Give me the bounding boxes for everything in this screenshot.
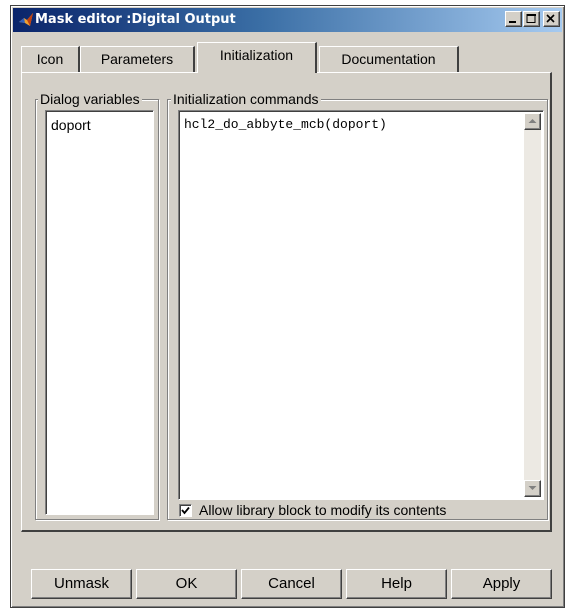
matlab-logo-icon: [18, 12, 34, 28]
initialization-commands-group: Initialization commands hcl2_do_abbyte_m…: [167, 91, 548, 520]
window-title: Mask editor :Digital Output: [35, 12, 236, 27]
initialization-commands-editor[interactable]: hcl2_do_abbyte_mcb(doport): [178, 110, 544, 500]
apply-button[interactable]: Apply: [451, 569, 552, 599]
checkmark-icon: [181, 506, 190, 515]
scroll-down-arrow-icon: [528, 486, 537, 490]
vertical-scrollbar[interactable]: [524, 113, 541, 497]
maximize-button[interactable]: [523, 11, 540, 27]
unmask-button[interactable]: Unmask: [31, 569, 132, 599]
allow-modify-label[interactable]: Allow library block to modify its conten…: [199, 502, 446, 518]
tab-initialization-label: Initialization: [219, 47, 294, 63]
help-button[interactable]: Help: [346, 569, 447, 599]
tab-documentation-label: Documentation: [341, 51, 436, 67]
minimize-icon: [509, 21, 516, 23]
cancel-button[interactable]: Cancel: [241, 569, 342, 599]
tab-icon-label: Icon: [36, 51, 64, 67]
tab-documentation[interactable]: Documentation: [319, 46, 459, 72]
ok-button[interactable]: OK: [136, 569, 237, 599]
maximize-icon: [526, 14, 536, 23]
tab-parameters-label: Parameters: [100, 51, 174, 67]
tab-icon[interactable]: Icon: [21, 46, 80, 72]
allow-modify-checkbox[interactable]: [179, 504, 192, 517]
tab-initialization[interactable]: Initialization: [197, 42, 317, 73]
title-bar[interactable]: Mask editor :Digital Output: [13, 8, 562, 32]
scroll-up-arrow-icon: [528, 119, 537, 123]
minimize-button[interactable]: [505, 11, 522, 27]
close-icon: [546, 14, 555, 23]
initialization-commands-text[interactable]: hcl2_do_abbyte_mcb(doport): [184, 117, 387, 132]
tab-parameters[interactable]: Parameters: [80, 46, 195, 72]
mask-editor-window: Mask editor :Digital Output Icon Paramet…: [10, 5, 565, 608]
close-button[interactable]: [543, 11, 560, 27]
scroll-down-button[interactable]: [524, 480, 541, 497]
initialization-commands-legend: Initialization commands: [171, 91, 321, 107]
scroll-up-button[interactable]: [524, 113, 541, 130]
